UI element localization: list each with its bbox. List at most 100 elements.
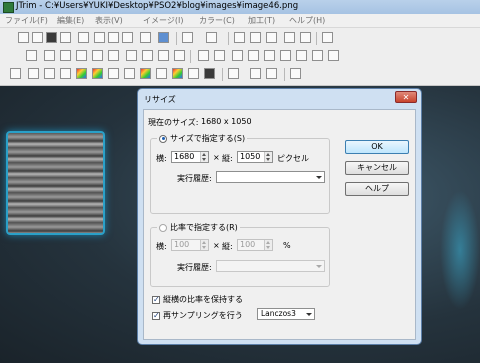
resample-check-indicator[interactable]: [152, 311, 160, 320]
ratio-radio[interactable]: 比率で指定する(R): [157, 222, 240, 233]
ratio-width-input[interactable]: 100: [171, 239, 209, 251]
hue-icon[interactable]: [92, 68, 103, 79]
ratio-width-value: 100: [174, 240, 190, 249]
color-balance-icon[interactable]: [76, 68, 87, 79]
resample-method-select[interactable]: Lanczos3: [257, 308, 315, 320]
dialog-body: 現在のサイズ: 1680 x 1050 サイズで指定する(S) 横: 1680 …: [143, 109, 416, 340]
flip-icon[interactable]: [44, 50, 55, 61]
shape-icon[interactable]: [266, 32, 277, 43]
separator: [316, 32, 317, 45]
undo-icon[interactable]: [182, 32, 193, 43]
spiral-icon[interactable]: [328, 50, 339, 61]
contrast-icon[interactable]: [44, 68, 55, 79]
text-icon[interactable]: [250, 32, 261, 43]
level-icon[interactable]: [108, 68, 119, 79]
negative-icon[interactable]: [204, 68, 215, 79]
zoom-icon[interactable]: [228, 68, 239, 79]
menu-view[interactable]: 表示(V): [95, 15, 123, 26]
copy-icon[interactable]: [94, 32, 105, 43]
ratio-group: 比率で指定する(R) 横: 100 × 縦: 100 % 実行履歴:: [150, 222, 330, 287]
title-bar: JTrim - C:¥Users¥YUKI¥Desktop¥PSO2¥blog¥…: [0, 0, 480, 15]
capture-icon[interactable]: [140, 32, 151, 43]
ratio-width-spinner[interactable]: [200, 240, 208, 250]
new-icon[interactable]: [18, 32, 29, 43]
print-icon[interactable]: [78, 32, 89, 43]
separator: [222, 68, 223, 81]
current-size-value: 1680 x 1050: [201, 117, 252, 126]
mirror-icon[interactable]: [60, 50, 71, 61]
cancel-button[interactable]: キャンセル: [345, 161, 409, 175]
menu-edit[interactable]: 編集(E): [57, 15, 84, 26]
crop-icon[interactable]: [26, 50, 37, 61]
ratio-width-label: 横:: [156, 242, 167, 251]
wave-icon[interactable]: [312, 50, 323, 61]
tone-curve-icon[interactable]: [124, 68, 135, 79]
grid-icon[interactable]: [284, 32, 295, 43]
menu-help[interactable]: ヘルプ(H): [289, 15, 325, 26]
resample-checkbox[interactable]: 再サンプリングを行う: [152, 310, 243, 321]
brightness-icon[interactable]: [28, 68, 39, 79]
size-history-select[interactable]: [216, 171, 325, 183]
resize-icon[interactable]: [76, 50, 87, 61]
ok-button[interactable]: OK: [345, 140, 409, 154]
edge-icon[interactable]: [280, 50, 291, 61]
menu-image[interactable]: イメージ(I): [143, 15, 183, 26]
help-button[interactable]: ヘルプ: [345, 182, 409, 196]
open-icon[interactable]: [32, 32, 43, 43]
ratio-height-input[interactable]: 100: [237, 239, 273, 251]
app-icon: [3, 2, 14, 13]
keep-ratio-check-indicator[interactable]: [152, 295, 160, 304]
paste-icon[interactable]: [108, 32, 119, 43]
noise-icon[interactable]: [232, 50, 243, 61]
image-thumbnail: [6, 131, 105, 235]
size-width-input[interactable]: 1680: [171, 151, 209, 163]
ratio-radio-indicator[interactable]: [159, 223, 167, 232]
emboss-icon[interactable]: [264, 50, 275, 61]
layout-icon[interactable]: [322, 32, 333, 43]
rotate-left-icon[interactable]: [126, 50, 137, 61]
ratio-history-select[interactable]: [216, 260, 325, 272]
paste-new-icon[interactable]: [122, 32, 133, 43]
save-icon[interactable]: [46, 32, 57, 43]
size-height-input[interactable]: 1050: [237, 151, 273, 163]
zoom-out-icon[interactable]: [266, 68, 277, 79]
save-as-icon[interactable]: [60, 32, 71, 43]
eyedropper-icon[interactable]: [290, 68, 301, 79]
size-history-label: 実行履歴:: [177, 174, 212, 183]
chevron-down-icon: [306, 313, 312, 316]
tile-icon[interactable]: [300, 32, 311, 43]
mosaic-icon[interactable]: [248, 50, 259, 61]
color-wheel-icon[interactable]: [140, 68, 151, 79]
rotate-icon[interactable]: [92, 50, 103, 61]
select-icon[interactable]: [234, 32, 245, 43]
rotate-180-icon[interactable]: [158, 50, 169, 61]
redo-icon[interactable]: [206, 32, 217, 43]
filter-icon[interactable]: [296, 50, 307, 61]
close-button[interactable]: ✕: [395, 91, 417, 103]
keep-ratio-checkbox[interactable]: 縦横の比率を保持する: [152, 294, 243, 305]
menu-color[interactable]: カラー(C): [199, 15, 235, 26]
size-radio-indicator[interactable]: [159, 134, 167, 143]
zoom-in-icon[interactable]: [250, 68, 261, 79]
sepia-icon[interactable]: [156, 68, 167, 79]
gamma-icon[interactable]: [60, 68, 71, 79]
gradient-icon[interactable]: [10, 68, 21, 79]
menu-process[interactable]: 加工(T): [248, 15, 275, 26]
free-rotate-icon[interactable]: [174, 50, 185, 61]
blur-icon[interactable]: [198, 50, 209, 61]
menu-file[interactable]: ファイル(F): [5, 15, 48, 26]
canvas-icon[interactable]: [108, 50, 119, 61]
size-height-spinner[interactable]: [264, 152, 272, 162]
size-group: サイズで指定する(S) 横: 1680 × 縦: 1050 ピクセル 実行履歴:: [150, 133, 330, 214]
ratio-height-spinner[interactable]: [264, 240, 272, 250]
size-radio[interactable]: サイズで指定する(S): [157, 133, 248, 144]
sharpen-icon[interactable]: [214, 50, 225, 61]
image-glow: [440, 190, 480, 310]
size-width-spinner[interactable]: [200, 152, 208, 162]
grayscale-icon[interactable]: [188, 68, 199, 79]
toolbar-row-2: [0, 48, 480, 66]
ratio-height-value: 100: [240, 240, 256, 249]
rgb-icon[interactable]: [172, 68, 183, 79]
rotate-right-icon[interactable]: [142, 50, 153, 61]
batch-icon[interactable]: [158, 32, 169, 43]
